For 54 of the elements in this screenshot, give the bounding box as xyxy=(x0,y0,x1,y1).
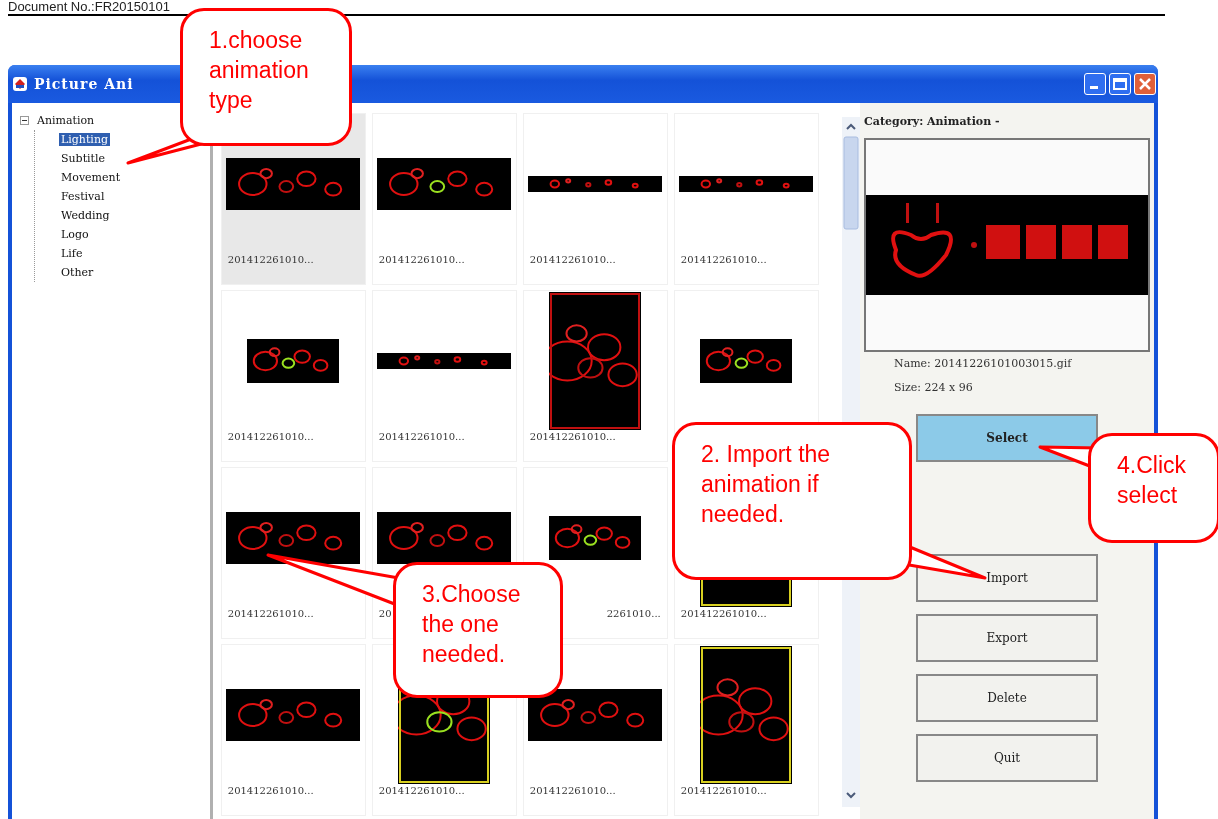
thumbnail-caption: 201412261010... xyxy=(680,608,767,621)
thumbnail-caption: 201412261010... xyxy=(227,608,314,621)
thumbnail-item[interactable]: 201412261010... xyxy=(220,644,366,816)
minimize-button[interactable] xyxy=(1084,73,1106,95)
tree-item[interactable]: Subtitle xyxy=(59,152,108,165)
collapse-toggle[interactable] xyxy=(20,116,29,125)
thumbnail-caption: 201412261010... xyxy=(529,785,616,798)
thumbnail-item[interactable]: 201412261010... xyxy=(522,113,668,285)
thumbnail-item[interactable]: 201412261010... xyxy=(220,290,366,462)
thumbnail-item[interactable]: 201412261010... xyxy=(522,644,668,816)
callout-tooltip: 4.Click select xyxy=(1088,433,1218,543)
close-button[interactable] xyxy=(1134,73,1156,95)
thumbnail-item[interactable]: 201412261010... xyxy=(371,113,517,285)
thumbnail-caption: 201412261010... xyxy=(378,785,465,798)
thumbnail-caption: 201412261010... xyxy=(529,254,616,267)
thumbnail-caption: 201412261010... xyxy=(227,431,314,444)
thumbnail-caption: 20 xyxy=(378,608,392,621)
callout-tooltip: 2. Import the animation if needed. xyxy=(672,422,912,580)
document-header: Document No.:FR20150101 xyxy=(7,0,171,14)
tree-item[interactable]: Life xyxy=(59,247,85,260)
thumbnail-caption: 201412261010... xyxy=(227,254,314,267)
window-title: Picture Ani xyxy=(34,76,135,92)
thumbnail-item[interactable]: 201412261010... xyxy=(673,644,819,816)
action-button[interactable]: Export xyxy=(916,614,1098,662)
thumbnail-item[interactable]: 201412261010... xyxy=(673,113,819,285)
maximize-icon xyxy=(1113,78,1127,90)
maximize-button[interactable] xyxy=(1109,73,1131,95)
tree-item[interactable]: Wedding xyxy=(59,209,112,222)
tree-item[interactable]: Movement xyxy=(59,171,123,184)
thumbnail-caption: 201412261010... xyxy=(680,254,767,267)
thumbnail-caption: 201412261010... xyxy=(227,785,314,798)
app-icon xyxy=(12,76,28,92)
thumbnail-caption: 2261010... xyxy=(606,608,661,621)
tree-item[interactable]: Festival xyxy=(59,190,107,203)
minus-icon xyxy=(20,116,29,125)
tree-item[interactable]: Other xyxy=(59,266,96,279)
tree-item[interactable]: Animation xyxy=(35,111,97,130)
minimize-icon xyxy=(1090,86,1100,90)
action-button[interactable]: Delete xyxy=(916,674,1098,722)
tree-item[interactable]: Logo xyxy=(59,228,91,241)
action-button[interactable]: Import xyxy=(916,554,1098,602)
thumbnail-item[interactable]: 201412261010... xyxy=(371,290,517,462)
thumbnail-caption: 201412261010... xyxy=(378,254,465,267)
action-button[interactable]: Quit xyxy=(916,734,1098,782)
category-label: Category: Animation - xyxy=(864,115,1000,128)
image-size: Size: 224 x 96 xyxy=(894,380,973,396)
tree-item[interactable]: Lighting xyxy=(59,133,110,146)
file-name: Name: 20141226101003015.gif xyxy=(894,356,1072,372)
close-icon xyxy=(1139,78,1151,90)
thumbnail-caption: 201412261010... xyxy=(680,785,767,798)
thumbnail-caption: 201412261010... xyxy=(378,431,465,444)
callout-tooltip: 3.Choose the one needed. xyxy=(393,562,563,698)
thumbnail-item[interactable]: 201412261010... xyxy=(522,290,668,462)
thumbnail-caption: 201412261010... xyxy=(529,431,616,444)
